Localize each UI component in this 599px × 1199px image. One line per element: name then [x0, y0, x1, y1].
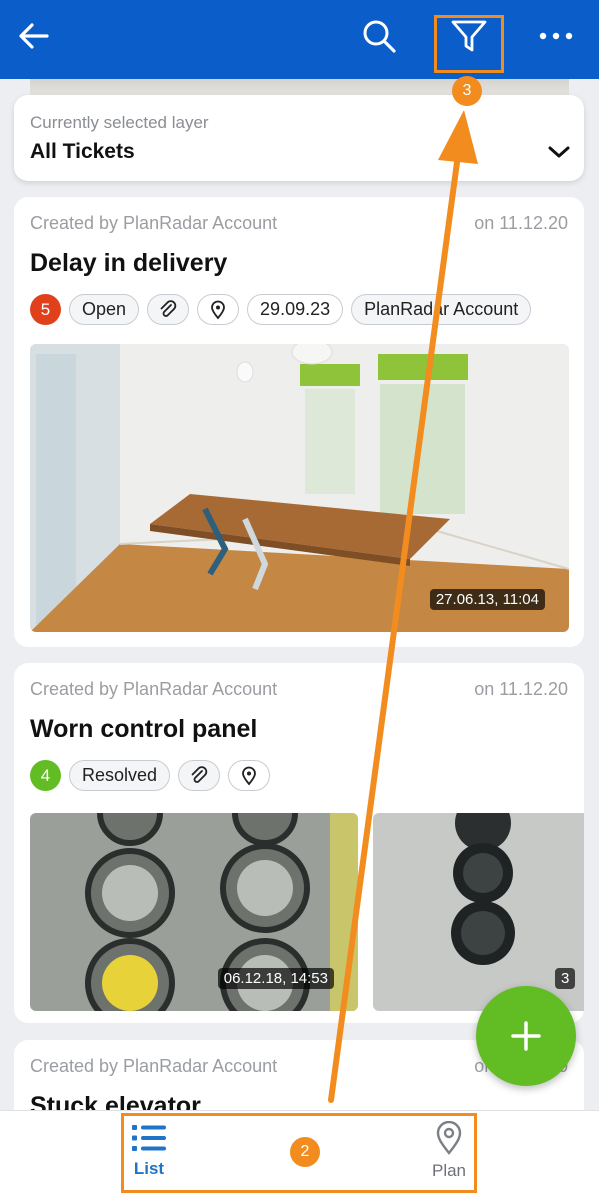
priority-badge: 4: [30, 760, 61, 791]
photo-timestamp: 27.06.13, 11:04: [429, 589, 545, 610]
filter-step-number: 3: [452, 76, 482, 106]
assignee-chip: PlanRadar Account: [351, 294, 532, 325]
ticket-creator: Created by PlanRadar Account: [30, 213, 278, 233]
layer-selector-value: All Tickets: [30, 140, 135, 163]
attachment-chip: [147, 294, 190, 325]
location-pin-icon: [211, 300, 225, 319]
chevron-down-icon: [548, 146, 570, 158]
status-chip: Resolved: [69, 760, 171, 791]
ticket-title: Delay in delivery: [30, 249, 228, 277]
ticket-chips: 4 Resolved: [30, 760, 271, 791]
add-ticket-button[interactable]: [476, 986, 576, 1086]
ticket-card[interactable]: Created by PlanRadar Account on 11.12.20…: [14, 197, 584, 647]
ticket-photo[interactable]: 06.12.18, 14:53: [30, 813, 358, 1011]
nav-step-number: 2: [290, 1137, 320, 1167]
plus-icon: [511, 1021, 541, 1051]
top-app-bar: [0, 0, 599, 79]
location-chip: [197, 294, 240, 325]
ticket-date: on 11.12.20: [474, 679, 568, 699]
search-icon: [363, 20, 396, 53]
priority-badge: 5: [30, 294, 61, 325]
ticket-photo[interactable]: 27.06.13, 11:04: [30, 344, 569, 632]
elevator-panel-photo: [373, 813, 584, 1011]
ticket-creator: Created by PlanRadar Account: [30, 1056, 278, 1076]
location-pin-icon: [242, 766, 256, 785]
ticket-card[interactable]: Created by PlanRadar Account on 11.12.20…: [14, 663, 584, 1023]
attachment-chip: [178, 760, 221, 791]
ticket-chips: 5 Open 29.09.23 PlanRadar Account: [30, 294, 532, 325]
attachment-icon: [191, 765, 208, 783]
ticket-photo[interactable]: 3: [373, 813, 584, 1011]
status-chip: Open: [69, 294, 140, 325]
more-options-button[interactable]: [534, 14, 578, 58]
search-button[interactable]: [357, 14, 401, 58]
filter-highlight-box: [434, 15, 504, 73]
due-date-chip: 29.09.23: [247, 294, 344, 325]
ticket-creator: Created by PlanRadar Account: [30, 679, 278, 699]
attachment-icon: [160, 299, 177, 317]
more-icon: [539, 32, 573, 40]
ticket-title: Worn control panel: [30, 715, 258, 743]
layer-selector[interactable]: Currently selected layer All Tickets: [14, 95, 584, 181]
layer-selector-label: Currently selected layer: [30, 113, 209, 132]
location-chip: [228, 760, 271, 791]
back-arrow-icon: [19, 23, 49, 49]
ticket-date: on 11.12.20: [474, 213, 568, 233]
photo-timestamp: 06.12.18, 14:53: [217, 968, 334, 989]
photo-timestamp: 3: [555, 968, 576, 989]
back-button[interactable]: [12, 14, 56, 58]
